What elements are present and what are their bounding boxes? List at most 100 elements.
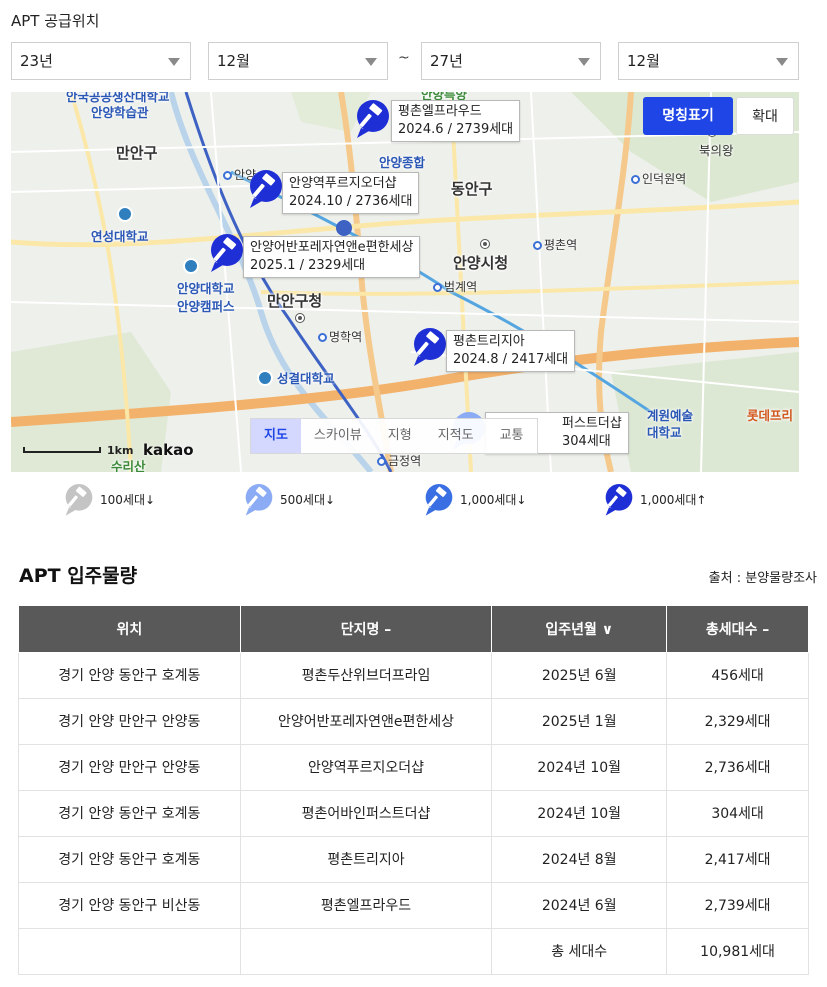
school-icon xyxy=(117,206,133,222)
cell-location: 경기 안양 동안구 호계동 xyxy=(18,651,241,699)
apartment-marker-icon[interactable] xyxy=(355,98,391,138)
legend-label: 500세대↓ xyxy=(280,492,336,507)
cell-date: 2025년 6월 xyxy=(491,651,668,699)
cell-date: 2024년 10월 xyxy=(491,789,668,837)
map-type-traffic[interactable]: 교통 xyxy=(487,419,537,453)
cell-date: 2024년 6월 xyxy=(491,881,668,929)
from-year-value: 23년 xyxy=(20,52,53,70)
legend-label: 100세대↓ xyxy=(100,492,156,507)
cell-units: 304세대 xyxy=(666,789,809,837)
legend-label: 1,000세대↓ xyxy=(460,492,527,507)
to-year-select[interactable]: 27년 xyxy=(421,42,601,80)
map-view[interactable]: 안국공공생산대학교 안양학습관 안양특양 만안구 안양종합 북의왕 안양 동안구… xyxy=(11,92,799,472)
from-month-select[interactable]: 12월 xyxy=(208,42,388,80)
to-month-select[interactable]: 12월 xyxy=(618,42,799,80)
cell-complex: 안양역푸르지오더샵 xyxy=(239,743,493,791)
marker-label[interactable]: 평촌엘프라우드 2024.6 / 2739세대 xyxy=(391,100,521,142)
place-sungkyul: 성결대학교 xyxy=(277,371,335,386)
apartment-marker-icon[interactable] xyxy=(248,168,284,208)
table-row: 경기 안양 동안구 호계동 평촌어바인퍼스트더샵 2024년 10월 304세대 xyxy=(18,789,809,837)
header-complex-sort[interactable]: 단지명 – xyxy=(239,606,493,653)
marker-blue-icon xyxy=(425,484,453,516)
place-suri: 수리산 xyxy=(111,459,146,472)
map-type-cadastral[interactable]: 지적도 xyxy=(425,419,487,453)
chevron-down-icon xyxy=(578,58,590,66)
to-month-value: 12월 xyxy=(627,52,660,70)
table-row: 경기 안양 동안구 호계동 평촌두산위브더프라임 2025년 6월 456세대 xyxy=(18,651,809,699)
map-type-switcher: 지도 스카이뷰 지형 지적도 교통 xyxy=(250,418,538,454)
station-geumjeong: 금정역 xyxy=(377,452,421,469)
cell-units: 2,736세대 xyxy=(666,743,809,791)
station-pyeongchon: 평촌역 xyxy=(533,236,577,253)
place-lotte: 롯데프리 xyxy=(747,408,794,423)
legend-item: 1,000세대↓ xyxy=(424,482,527,516)
school-icon xyxy=(257,370,273,386)
total-value: 10,981세대 xyxy=(666,927,809,975)
cell-units: 2,417세대 xyxy=(666,835,809,883)
station-indeogwon: 인덕원역 xyxy=(631,170,686,187)
header-date-sort[interactable]: 입주년월 ∨ xyxy=(491,606,668,653)
chevron-down-icon xyxy=(365,58,377,66)
marker-label[interactable]: 안양역푸르지오더샵 2024.10 / 2736세대 xyxy=(282,172,420,214)
header-location: 위치 xyxy=(18,606,241,653)
apartment-marker-icon[interactable] xyxy=(412,326,448,366)
district-manan-office: 만안구청 xyxy=(267,292,323,310)
district-manan-gu: 만안구 xyxy=(116,144,158,162)
cell-complex: 안양어반포레자연앤e편한세상 xyxy=(239,697,493,745)
kakao-logo: kakao xyxy=(143,441,194,459)
cell-complex: 평촌어바인퍼스트더샵 xyxy=(239,789,493,837)
map-type-terrain[interactable]: 지형 xyxy=(375,419,425,453)
marker-name: 퍼스트더샵 xyxy=(562,416,622,431)
map-type-skyview[interactable]: 스카이뷰 xyxy=(301,419,375,453)
cell-location: 경기 안양 만안구 안양동 xyxy=(18,697,241,745)
occupancy-table: 위치 단지명 – 입주년월 ∨ 총세대수 – 경기 안양 동안구 호계동 평촌두… xyxy=(18,606,809,975)
chevron-down-icon xyxy=(168,58,180,66)
cell-empty xyxy=(18,927,241,975)
cell-date: 2024년 8월 xyxy=(491,835,668,883)
place-anyang-hospital: 안양종합 xyxy=(379,155,426,170)
cell-date: 2025년 1월 xyxy=(491,697,668,745)
place-hakseup: 안양학습관 xyxy=(91,105,149,120)
table-row: 경기 안양 만안구 안양동 안양어반포레자연앤e편한세상 2025년 1월 2,… xyxy=(18,697,809,745)
cell-date: 2024년 10월 xyxy=(491,743,668,791)
legend-item: 500세대↓ xyxy=(244,482,335,516)
marker-label[interactable]: 평촌트리지아 2024.8 / 2417세대 xyxy=(446,330,576,372)
table-row: 경기 안양 동안구 호계동 평촌트리지아 2024년 8월 2,417세대 xyxy=(18,835,809,883)
zoom-button[interactable]: 확대 xyxy=(736,97,794,135)
label-toggle-button[interactable]: 명칭표기 xyxy=(643,97,733,135)
from-year-select[interactable]: 23년 xyxy=(11,42,191,80)
map-type-map[interactable]: 지도 xyxy=(251,419,301,453)
marker-info: 2025.1 / 2329세대 xyxy=(250,258,366,273)
place-bukhwang: 북의왕 xyxy=(699,143,734,158)
marker-info: 304세대 xyxy=(562,434,611,449)
marker-label[interactable]: 안양어반포레자연앤e편한세상 2025.1 / 2329세대 xyxy=(243,236,421,278)
source-note: 출처 : 분양물량조사 xyxy=(708,571,817,586)
place-campus-2: 안양캠퍼스 xyxy=(177,299,235,314)
marker-name: 평촌엘프라우드 xyxy=(398,104,482,119)
landmark-city-hall-dot xyxy=(481,240,489,248)
cell-units: 2,739세대 xyxy=(666,881,809,929)
cell-location: 경기 안양 동안구 호계동 xyxy=(18,835,241,883)
cell-empty xyxy=(239,927,493,975)
marker-dark-blue-icon xyxy=(605,484,633,516)
marker-info: 2024.10 / 2736세대 xyxy=(289,194,413,209)
legend-label: 1,000세대↑ xyxy=(640,492,707,507)
place-campus-1: 안양대학교 xyxy=(177,281,235,296)
cell-units: 456세대 xyxy=(666,651,809,699)
to-year-value: 27년 xyxy=(430,52,463,70)
place-arts-2: 대학교 xyxy=(647,425,682,440)
header-units-sort[interactable]: 총세대수 – xyxy=(666,606,809,653)
cell-units: 2,329세대 xyxy=(666,697,809,745)
cell-complex: 평촌두산위브더프라임 xyxy=(239,651,493,699)
total-label: 총 세대수 xyxy=(491,927,668,975)
occupancy-title: APT 입주물량 xyxy=(19,565,138,587)
cell-complex: 평촌엘프라우드 xyxy=(239,881,493,929)
supply-title: APT 공급위치 xyxy=(11,12,100,30)
landmark-office-dot xyxy=(296,314,304,322)
station-beomgye: 범계역 xyxy=(433,278,477,295)
table-row: 경기 안양 만안구 안양동 안양역푸르지오더샵 2024년 10월 2,736세… xyxy=(18,743,809,791)
marker-name: 안양역푸르지오더샵 xyxy=(289,176,397,191)
cell-location: 경기 안양 동안구 비산동 xyxy=(18,881,241,929)
marker-info: 2024.8 / 2417세대 xyxy=(453,352,569,367)
apartment-marker-icon[interactable] xyxy=(209,232,245,272)
